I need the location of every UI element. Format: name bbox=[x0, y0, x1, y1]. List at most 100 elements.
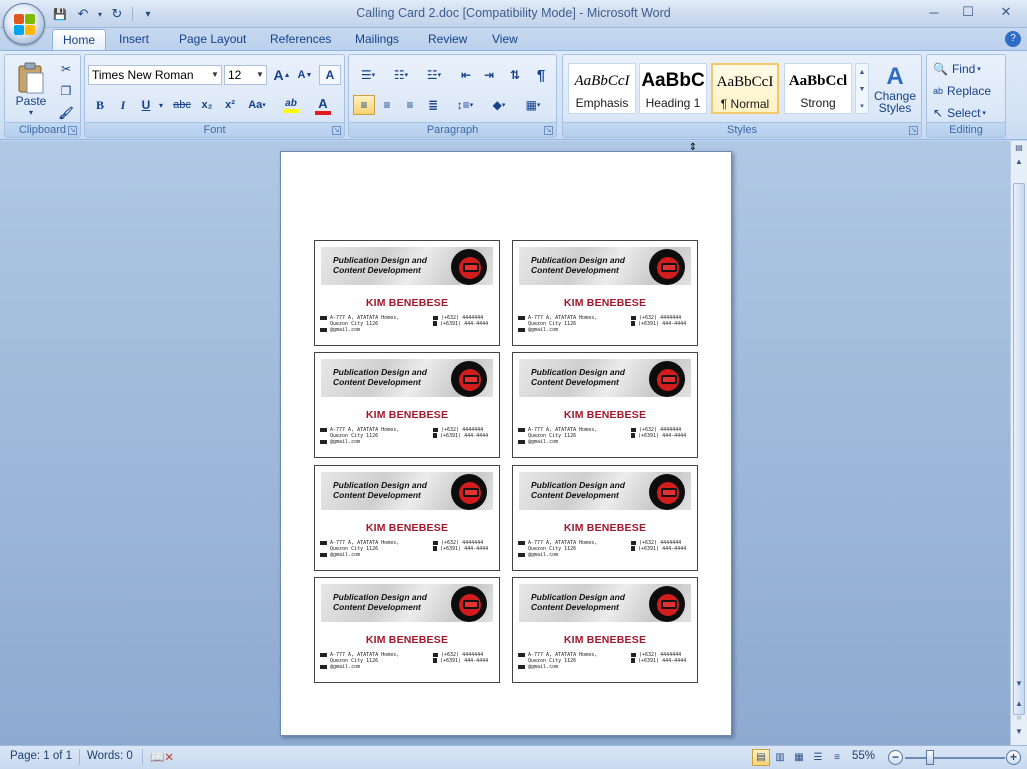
business-card[interactable]: Publication Design and Content Developmen… bbox=[512, 240, 698, 346]
clear-formatting-button[interactable]: A bbox=[319, 65, 341, 85]
cut-icon[interactable]: ✂ bbox=[55, 59, 77, 79]
line-spacing-icon[interactable]: ↕≡ ▾ bbox=[450, 95, 480, 115]
shading-icon[interactable]: ◆ ▾ bbox=[484, 95, 514, 115]
sort-icon[interactable]: ⇅ bbox=[504, 65, 526, 85]
save-icon[interactable]: 💾 bbox=[50, 5, 70, 23]
office-button[interactable] bbox=[3, 3, 45, 45]
help-icon[interactable]: ? bbox=[1005, 31, 1021, 47]
style-emphasis[interactable]: AaBbCcI Emphasis bbox=[568, 63, 636, 114]
paragraph-launcher-icon[interactable]: ↘ bbox=[544, 126, 553, 135]
grow-font-button[interactable]: A ▲ bbox=[271, 65, 293, 85]
underline-dropdown-icon[interactable]: ▾ bbox=[156, 95, 166, 115]
undo-dropdown-icon[interactable]: ▾ bbox=[96, 5, 104, 23]
business-card[interactable]: Publication Design and Content Developmen… bbox=[314, 577, 500, 683]
subscript-button[interactable]: x₂ bbox=[196, 95, 218, 115]
font-name-combo[interactable]: Times New Roman ▼ bbox=[88, 65, 222, 85]
scroll-up-arrow[interactable]: ▲ bbox=[1011, 155, 1027, 169]
justify-icon[interactable]: ≣ bbox=[422, 95, 444, 115]
superscript-button[interactable]: x² bbox=[219, 95, 241, 115]
font-name-dropdown-icon[interactable]: ▼ bbox=[209, 66, 221, 84]
paste-label: Paste bbox=[15, 93, 47, 108]
zoom-level[interactable]: 55% bbox=[852, 750, 875, 762]
bold-button[interactable]: B bbox=[89, 95, 111, 115]
font-color-button[interactable]: A bbox=[309, 95, 337, 115]
increase-indent-icon[interactable]: ⇥ bbox=[478, 65, 500, 85]
bullets-icon[interactable]: ☰ ▾ bbox=[353, 65, 383, 85]
zoom-in-icon[interactable]: + bbox=[1006, 750, 1021, 765]
borders-icon[interactable]: ▦ ▾ bbox=[518, 95, 548, 115]
scroll-thumb[interactable] bbox=[1013, 183, 1025, 715]
copy-icon[interactable]: ❐ bbox=[55, 81, 77, 101]
font-size-combo[interactable]: 12 ▼ bbox=[224, 65, 267, 85]
close-button[interactable]: ✕ bbox=[985, 2, 1027, 22]
full-screen-reading-view-icon[interactable]: ▥ bbox=[771, 749, 789, 766]
maximize-button[interactable]: ☐ bbox=[951, 2, 985, 22]
business-card[interactable]: Publication Design and Content Developmen… bbox=[512, 577, 698, 683]
minimize-button[interactable]: ─ bbox=[917, 2, 951, 22]
draft-view-icon[interactable]: ≡ bbox=[828, 749, 846, 766]
change-styles-button[interactable]: A Change Styles bbox=[872, 59, 918, 119]
multilevel-list-icon[interactable]: ☳ ▾ bbox=[419, 65, 449, 85]
style-strong[interactable]: AaBbCcl Strong bbox=[784, 63, 852, 114]
font-size-dropdown-icon[interactable]: ▼ bbox=[254, 66, 266, 84]
underline-button[interactable]: U bbox=[135, 95, 157, 115]
select-icon: ↖ bbox=[933, 106, 944, 120]
customize-qat-icon[interactable]: ▾ bbox=[138, 5, 158, 23]
zoom-slider-thumb[interactable] bbox=[926, 750, 934, 765]
select-button[interactable]: ↖ Select ▾ bbox=[933, 103, 986, 123]
align-center-icon[interactable]: ≡ bbox=[376, 95, 398, 115]
decrease-indent-icon[interactable]: ⇤ bbox=[455, 65, 477, 85]
zoom-slider-track[interactable] bbox=[905, 757, 1005, 759]
font-launcher-icon[interactable]: ↘ bbox=[332, 126, 341, 135]
paste-button[interactable]: Paste ▾ bbox=[9, 58, 53, 120]
previous-page-icon[interactable]: ▲ bbox=[1011, 697, 1027, 711]
proofing-icon[interactable]: 📖✕ bbox=[150, 750, 174, 764]
tab-page-layout[interactable]: Page Layout bbox=[169, 29, 256, 50]
next-page-icon[interactable]: ▼ bbox=[1011, 725, 1027, 739]
ruler-toggle-icon[interactable]: ▤ bbox=[1011, 141, 1027, 155]
italic-button[interactable]: I bbox=[112, 95, 134, 115]
business-card[interactable]: Publication Design and Content Developmen… bbox=[512, 465, 698, 571]
format-painter-icon[interactable]: 🖌 bbox=[55, 103, 77, 123]
clipboard-launcher-icon[interactable]: ↘ bbox=[68, 126, 77, 135]
page-count[interactable]: Page: 1 of 1 bbox=[10, 750, 72, 762]
scroll-down-arrow[interactable]: ▼ bbox=[1011, 677, 1027, 691]
shrink-font-button[interactable]: A ▼ bbox=[294, 65, 316, 85]
style-normal[interactable]: AaBbCcI ¶ Normal bbox=[711, 63, 779, 114]
style-heading-1[interactable]: AaBbC Heading 1 bbox=[639, 63, 707, 114]
strikethrough-button[interactable]: abc bbox=[169, 95, 195, 115]
tab-home[interactable]: Home bbox=[52, 29, 107, 50]
tab-review[interactable]: Review bbox=[418, 29, 477, 50]
numbering-icon[interactable]: ☷ ▾ bbox=[386, 65, 416, 85]
card-name: KIM BENEBESE bbox=[365, 297, 449, 309]
find-button[interactable]: 🔍 Find ▾ bbox=[933, 59, 981, 79]
styles-launcher-icon[interactable]: ↘ bbox=[909, 126, 918, 135]
tab-insert[interactable]: Insert bbox=[109, 29, 159, 50]
print-layout-view-icon[interactable]: ▤ bbox=[752, 749, 770, 766]
outline-view-icon[interactable]: ☰ bbox=[809, 749, 827, 766]
redo-icon[interactable]: ↻ bbox=[107, 5, 127, 23]
web-layout-view-icon[interactable]: ▦ bbox=[790, 749, 808, 766]
tab-mailings[interactable]: Mailings bbox=[345, 29, 409, 50]
replace-button[interactable]: ab Replace bbox=[933, 81, 991, 101]
highlight-button[interactable]: ab bbox=[277, 95, 305, 115]
business-card[interactable]: Publication Design and Content Developmen… bbox=[512, 352, 698, 458]
align-left-icon[interactable]: ≡ bbox=[353, 95, 375, 115]
business-card[interactable]: Publication Design and Content Developmen… bbox=[314, 465, 500, 571]
paste-dropdown-icon[interactable]: ▾ bbox=[29, 108, 33, 117]
business-card[interactable]: Publication Design and Content Developmen… bbox=[314, 240, 500, 346]
styles-gallery-scroll[interactable]: ▲ ▼ ▾ bbox=[855, 63, 869, 114]
word-count[interactable]: Words: 0 bbox=[87, 750, 133, 762]
tab-view[interactable]: View bbox=[482, 29, 528, 50]
vertical-scrollbar[interactable]: ▤ ▲ ▼ ▲ ○ ▼ bbox=[1010, 141, 1027, 745]
align-right-icon[interactable]: ≡ bbox=[399, 95, 421, 115]
select-browse-object-icon[interactable]: ○ bbox=[1011, 711, 1027, 725]
show-formatting-button[interactable]: ¶ bbox=[530, 65, 552, 85]
change-case-button[interactable]: Aa ▾ bbox=[244, 95, 270, 115]
tab-references[interactable]: References bbox=[260, 29, 341, 50]
business-card[interactable]: Publication Design and Content Developmen… bbox=[314, 352, 500, 458]
undo-icon[interactable]: ↶ bbox=[73, 5, 93, 23]
card-title-line2: Content Development bbox=[531, 265, 619, 275]
document-page[interactable]: Publication Design and Content Developmen… bbox=[280, 151, 732, 736]
zoom-out-icon[interactable]: − bbox=[888, 750, 903, 765]
